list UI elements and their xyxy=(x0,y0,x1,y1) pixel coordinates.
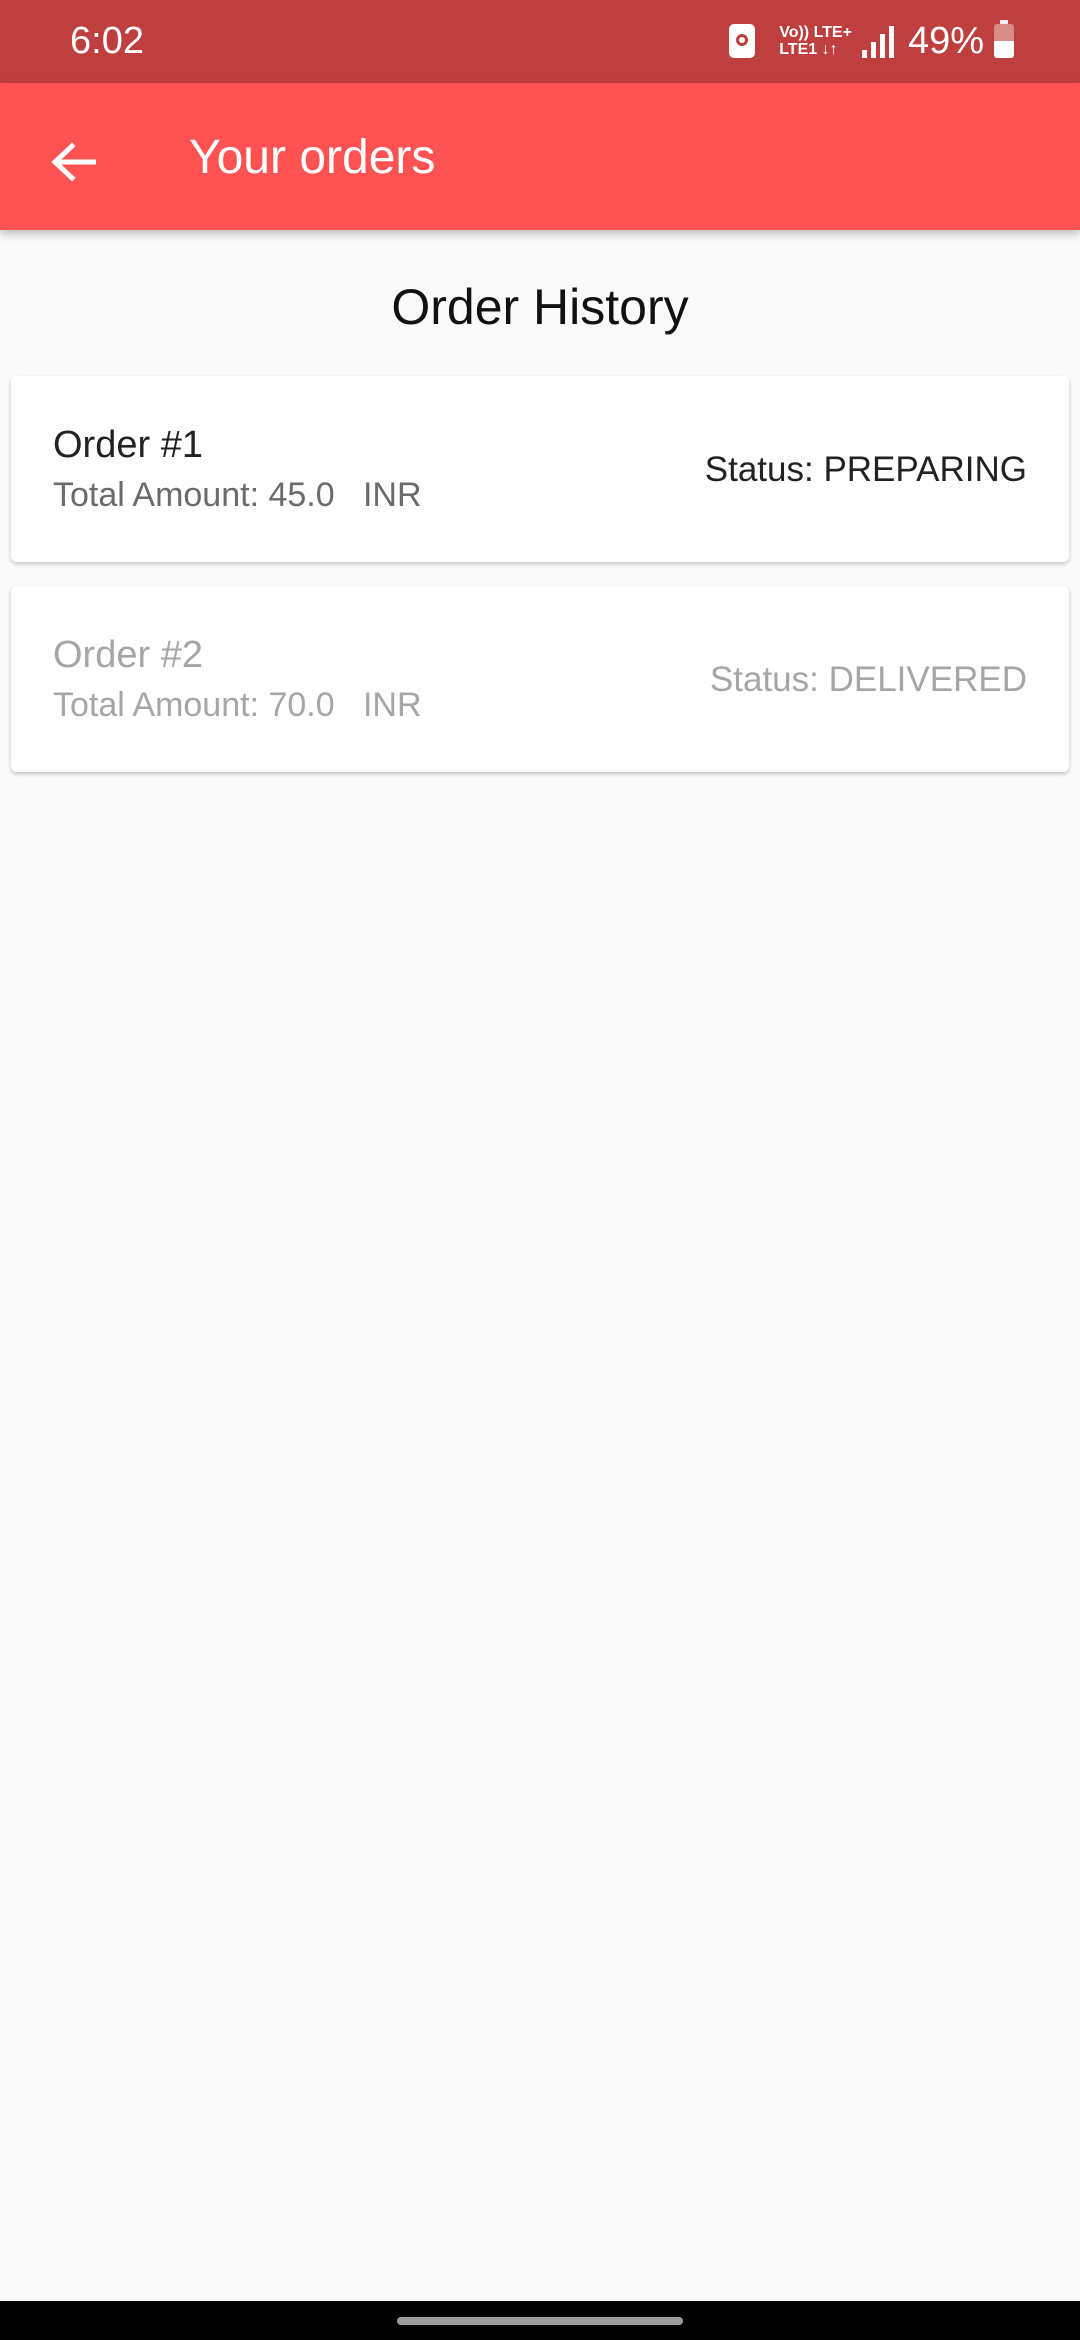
order-card[interactable]: Order #1 Total Amount: 45.0 INR Status: … xyxy=(11,376,1069,562)
order-number: Order #1 xyxy=(53,424,203,466)
order-status: Status: DELIVERED xyxy=(709,660,1027,699)
status-time: 6:02 xyxy=(70,20,144,62)
app-bar: Your orders xyxy=(0,83,1080,230)
arrow-back-icon xyxy=(51,142,96,182)
home-indicator[interactable] xyxy=(397,2317,683,2325)
network-line-2: LTE1 ↓↑ xyxy=(779,41,838,58)
status-bar: 6:02 Vo)) LTE+ LTE1 ↓↑ 49% xyxy=(0,0,1080,83)
battery-percent: 49% xyxy=(907,20,984,62)
order-status: Status: PREPARING xyxy=(704,450,1027,489)
battery-fill xyxy=(994,41,1014,58)
battery-saver-icon xyxy=(729,24,756,58)
signal-strength-icon xyxy=(861,24,898,58)
page-title: Order History xyxy=(391,279,689,335)
system-navigation-bar xyxy=(0,2301,1080,2340)
battery-icon xyxy=(994,20,1014,58)
app-bar-title: Your orders xyxy=(189,131,436,184)
network-line-1: Vo)) LTE+ xyxy=(779,24,852,41)
order-total-amount: Total Amount: 45.0 INR xyxy=(53,476,422,514)
status-icons: Vo)) LTE+ LTE1 ↓↑ 49% xyxy=(729,16,1014,66)
back-button[interactable] xyxy=(24,113,122,211)
network-indicator: Vo)) LTE+ LTE1 ↓↑ xyxy=(779,24,852,58)
order-card[interactable]: Order #2 Total Amount: 70.0 INR Status: … xyxy=(11,586,1069,772)
order-number: Order #2 xyxy=(53,634,203,676)
order-total-amount: Total Amount: 70.0 INR xyxy=(53,686,422,724)
